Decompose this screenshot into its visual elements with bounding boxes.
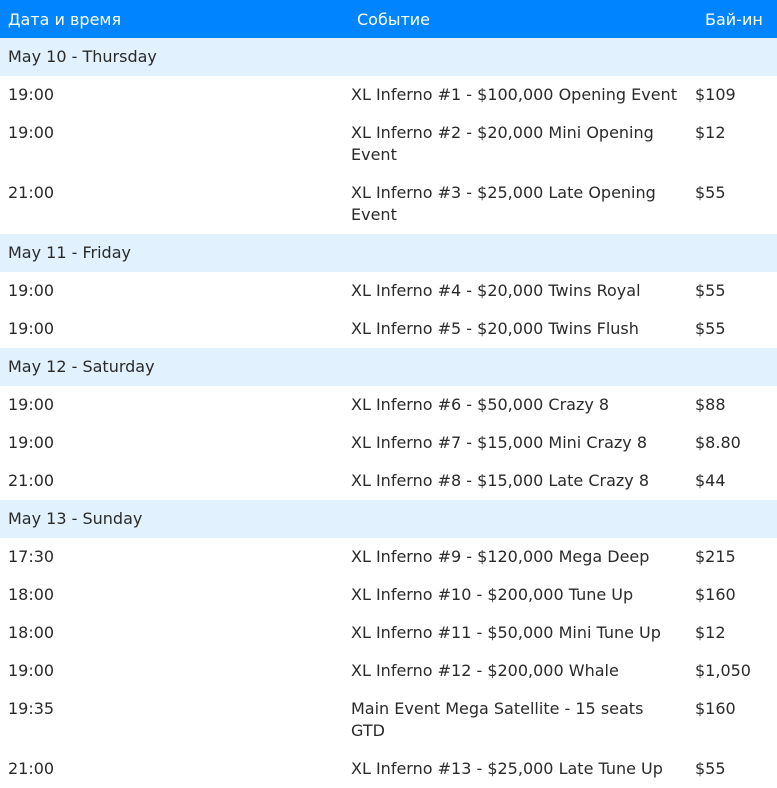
- table-row: 19:35 Main Event Mega Satellite - 15 seat…: [0, 690, 777, 750]
- table-row: 21:00 XL Inferno #8 - $15,000 Late Crazy …: [0, 462, 777, 500]
- event-name: XL Inferno #1 - $100,000 Opening Event: [351, 85, 677, 104]
- table-row: 21:00 XL Inferno #13 - $25,000 Late Tune …: [0, 750, 777, 788]
- event-time: 19:00: [8, 661, 55, 680]
- event-time: 19:00: [8, 319, 55, 338]
- tournament-schedule-table: Дата и время Событие Бай-ин May 10 - Thu…: [0, 0, 777, 788]
- header-row: Дата и время Событие Бай-ин: [0, 0, 777, 38]
- event-time: 19:00: [8, 281, 55, 300]
- table-row: 18:00 XL Inferno #11 - $50,000 Mini Tune …: [0, 614, 777, 652]
- day-header-row: May 12 - Saturday: [0, 348, 777, 386]
- event-time: 17:30: [8, 547, 55, 566]
- event-buyin: $55: [695, 281, 726, 300]
- table-row: 19:00 XL Inferno #6 - $50,000 Crazy 8 $88: [0, 386, 777, 424]
- event-buyin: $88: [695, 395, 726, 414]
- header-event: Событие: [345, 0, 689, 38]
- event-buyin: $160: [695, 699, 736, 718]
- event-buyin: $55: [695, 759, 726, 778]
- event-name: XL Inferno #9 - $120,000 Mega Deep: [351, 547, 650, 566]
- table-row: 17:30 XL Inferno #9 - $120,000 Mega Deep $…: [0, 538, 777, 576]
- event-time: 21:00: [8, 759, 55, 778]
- event-name: Main Event Mega Satellite - 15 seats GTD: [351, 699, 644, 740]
- event-time: 19:35: [8, 699, 55, 718]
- event-name: XL Inferno #10 - $200,000 Tune Up: [351, 585, 634, 604]
- event-name: XL Inferno #3 - $25,000 Late Opening Eve…: [351, 183, 656, 224]
- event-name: XL Inferno #5 - $20,000 Twins Flush: [351, 319, 639, 338]
- event-buyin: $215: [695, 547, 736, 566]
- event-time: 19:00: [8, 123, 55, 142]
- table-body: May 10 - Thursday 19:00 XL Inferno #1 - $1…: [0, 38, 777, 788]
- event-name: XL Inferno #2 - $20,000 Mini Opening Eve…: [351, 123, 654, 164]
- event-buyin: $55: [695, 183, 726, 202]
- event-buyin: $1,050: [695, 661, 751, 680]
- table-row: 19:00 XL Inferno #12 - $200,000 Whale $1,0…: [0, 652, 777, 690]
- table-row: 19:00 XL Inferno #5 - $20,000 Twins Flush…: [0, 310, 777, 348]
- event-time: 18:00: [8, 585, 55, 604]
- day-header-row: May 11 - Friday: [0, 234, 777, 272]
- day-label: May 10 - Thursday: [0, 38, 777, 76]
- event-name: XL Inferno #11 - $50,000 Mini Tune Up: [351, 623, 661, 642]
- day-header-row: May 13 - Sunday: [0, 500, 777, 538]
- event-time: 21:00: [8, 471, 55, 490]
- table-row: 18:00 XL Inferno #10 - $200,000 Tune Up $1…: [0, 576, 777, 614]
- table-row: 19:00 XL Inferno #7 - $15,000 Mini Crazy …: [0, 424, 777, 462]
- event-name: XL Inferno #13 - $25,000 Late Tune Up: [351, 759, 663, 778]
- event-buyin: $8.80: [695, 433, 741, 452]
- event-name: XL Inferno #6 - $50,000 Crazy 8: [351, 395, 610, 414]
- event-time: 19:00: [8, 433, 55, 452]
- event-name: XL Inferno #8 - $15,000 Late Crazy 8: [351, 471, 649, 490]
- day-label: May 13 - Sunday: [0, 500, 777, 538]
- event-name: XL Inferno #4 - $20,000 Twins Royal: [351, 281, 641, 300]
- day-label: May 11 - Friday: [0, 234, 777, 272]
- header-buyin: Бай-ин: [689, 0, 777, 38]
- event-time: 21:00: [8, 183, 55, 202]
- event-buyin: $44: [695, 471, 726, 490]
- day-header-row: May 10 - Thursday: [0, 38, 777, 76]
- table-header: Дата и время Событие Бай-ин: [0, 0, 777, 38]
- event-buyin: $55: [695, 319, 726, 338]
- table-row: 21:00 XL Inferno #3 - $25,000 Late Openin…: [0, 174, 777, 234]
- table-row: 19:00 XL Inferno #4 - $20,000 Twins Royal…: [0, 272, 777, 310]
- table-row: 19:00 XL Inferno #2 - $20,000 Mini Openin…: [0, 114, 777, 174]
- event-buyin: $12: [695, 623, 726, 642]
- event-time: 19:00: [8, 395, 55, 414]
- event-time: 19:00: [8, 85, 55, 104]
- event-buyin: $12: [695, 123, 726, 142]
- day-label: May 12 - Saturday: [0, 348, 777, 386]
- event-buyin: $109: [695, 85, 736, 104]
- header-datetime: Дата и время: [0, 0, 345, 38]
- event-time: 18:00: [8, 623, 55, 642]
- event-name: XL Inferno #7 - $15,000 Mini Crazy 8: [351, 433, 647, 452]
- table-row: 19:00 XL Inferno #1 - $100,000 Opening Ev…: [0, 76, 777, 114]
- event-name: XL Inferno #12 - $200,000 Whale: [351, 661, 619, 680]
- event-buyin: $160: [695, 585, 736, 604]
